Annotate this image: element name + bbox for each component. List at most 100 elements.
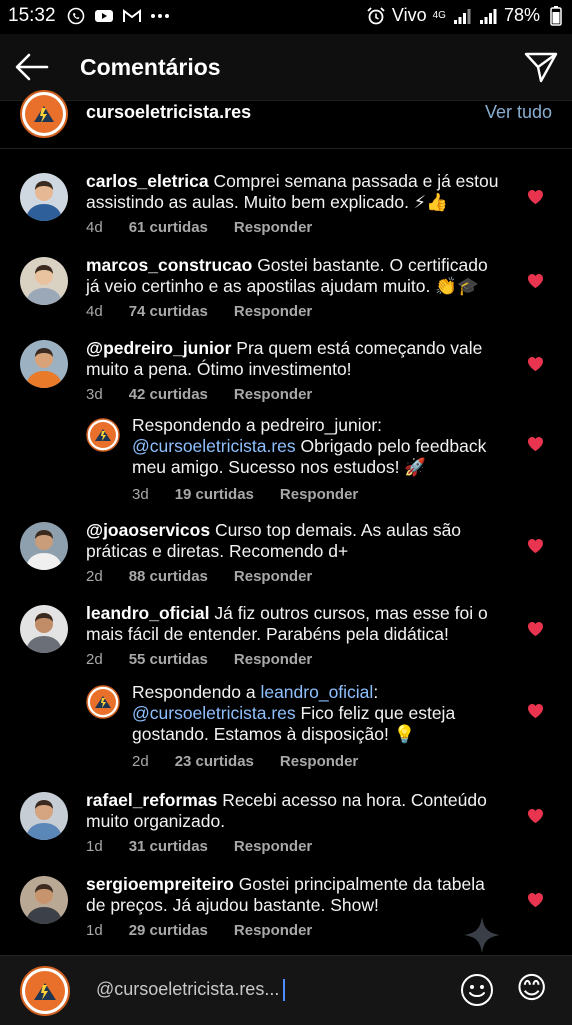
comment-meta: 4d 61 curtidas Responder [86,219,312,236]
youtube-icon [94,6,114,26]
reply-button[interactable]: Responder [234,922,312,939]
like-heart-icon[interactable] [527,703,544,719]
reply-mention[interactable]: @cursoeletricista.res [132,703,296,723]
comment-composer: @cursoeletricista.res... 😊 [0,955,572,1025]
battery-icon [546,5,566,26]
comment-text: marcos_construcao Gostei bastante. O cer… [86,255,506,297]
like-count[interactable]: 31 curtidas [129,838,208,855]
reply-button[interactable]: Responder [280,753,358,770]
comment-age: 4d [86,219,103,236]
like-heart-icon[interactable] [527,538,544,554]
reply-author-avatar[interactable] [86,685,120,719]
sparkle-icon [462,915,502,955]
more-dots-icon [150,6,170,26]
reply-to-user[interactable]: leandro_oficial [260,682,373,702]
status-time: 15:32 [8,5,56,26]
whatsapp-icon [66,6,86,26]
back-arrow-icon[interactable] [14,50,50,84]
reply-button[interactable]: Responder [234,568,312,585]
reply-mention[interactable]: @cursoeletricista.res [132,436,296,456]
reply-prefix: Respondendo a pedreiro_junior: [132,415,383,435]
comment-text: leandro_oficial Já fiz outros cursos, ma… [86,603,506,645]
commenter-avatar[interactable] [20,522,68,570]
comment-text: @pedreiro_junior Pra quem está começando… [86,338,506,380]
comment-username[interactable]: rafael_reformas [86,790,217,810]
comment-username[interactable]: leandro_oficial [86,603,210,623]
reply-button[interactable]: Responder [280,486,358,503]
post-author-username[interactable]: cursoeletricista.res [86,102,251,123]
comment-text: rafael_reformas Recebi acesso na hora. C… [86,790,506,832]
comment-input-value: @cursoeletricista.res... [96,979,280,999]
comment-username[interactable]: @pedreiro_junior [86,338,231,358]
reply-button[interactable]: Responder [234,386,312,403]
like-heart-icon[interactable] [527,189,544,205]
reply-text: Respondendo a leandro_oficial: @cursoelet… [132,682,512,745]
reply-button[interactable]: Responder [234,303,312,320]
comment-age: 1d [86,922,103,939]
battery-level: 78% [503,5,540,25]
alarm-icon [366,6,386,26]
comment-text: @joaoservicos Curso top demais. As aulas… [86,520,506,562]
commenter-avatar[interactable] [20,257,68,305]
reply-prefix: Respondendo a [132,682,261,702]
like-heart-icon[interactable] [527,808,544,824]
reply-button[interactable]: Responder [234,651,312,668]
reply-text: Respondendo a pedreiro_junior: @cursoelet… [132,415,512,478]
comment-username[interactable]: carlos_eletrica [86,171,209,191]
comment-age: 2d [86,568,103,585]
app-header: Comentários [0,34,572,101]
view-all-link[interactable]: Ver tudo [485,102,552,123]
signal-icon-2 [478,6,498,26]
signal-icon [452,6,472,26]
like-count[interactable]: 29 curtidas [129,922,208,939]
reply-button[interactable]: Responder [234,838,312,855]
comment-input[interactable]: @cursoeletricista.res... [96,979,286,1002]
commenter-avatar[interactable] [20,792,68,840]
page-title: Comentários [80,54,221,80]
comment-text: sergioempreiteiro Gostei principalmente … [86,874,506,916]
comment-username[interactable]: @joaoservicos [86,520,210,540]
like-heart-icon[interactable] [527,621,544,637]
commenter-avatar[interactable] [20,605,68,653]
notification-icons [66,6,170,26]
comment-meta: 2d 55 curtidas Responder [86,651,312,668]
commenter-avatar[interactable] [20,340,68,388]
reply-button[interactable]: Responder [234,219,312,236]
commenter-avatar[interactable] [20,173,68,221]
like-heart-icon[interactable] [527,356,544,372]
like-count[interactable]: 19 curtidas [175,486,254,503]
like-heart-icon[interactable] [527,273,544,289]
like-count[interactable]: 42 curtidas [129,386,208,403]
like-count[interactable]: 88 curtidas [129,568,208,585]
comment-username[interactable]: sergioempreiteiro [86,874,234,894]
like-count[interactable]: 74 curtidas [129,303,208,320]
post-author-avatar[interactable] [20,90,68,138]
comment-age: 3d [86,386,103,403]
like-count[interactable]: 23 curtidas [175,753,254,770]
reply-age: 2d [132,753,149,770]
gmail-icon [122,6,142,26]
emoji-shortcut-button[interactable]: 😊 [516,972,547,1006]
network-type: 4G [432,10,446,21]
comment-meta: 1d 29 curtidas Responder [86,922,312,939]
system-status: Vivo 4G 78% [366,5,566,26]
comment-username[interactable]: marcos_construcao [86,255,252,275]
share-send-icon[interactable] [524,50,558,84]
comment-age: 2d [86,651,103,668]
reply-meta: 2d 23 curtidas Responder [132,753,358,770]
commenter-avatar[interactable] [20,876,68,924]
reply-prefix-end: : [373,682,379,702]
carrier-name: Vivo [391,5,427,25]
post-caption-row: cursoeletricista.res Ver tudo [0,90,572,149]
like-heart-icon[interactable] [527,436,544,452]
like-count[interactable]: 61 curtidas [129,219,208,236]
comment-meta: 1d 31 curtidas Responder [86,838,312,855]
reply-meta: 3d 19 curtidas Responder [132,486,358,503]
like-heart-icon[interactable] [527,892,544,908]
text-cursor [283,979,286,1002]
comment-meta: 3d 42 curtidas Responder [86,386,312,403]
like-count[interactable]: 55 curtidas [129,651,208,668]
reply-author-avatar[interactable] [86,418,120,452]
comment-text: carlos_eletrica Comprei semana passada e… [86,171,506,213]
emoji-face-icon[interactable] [460,973,494,1007]
